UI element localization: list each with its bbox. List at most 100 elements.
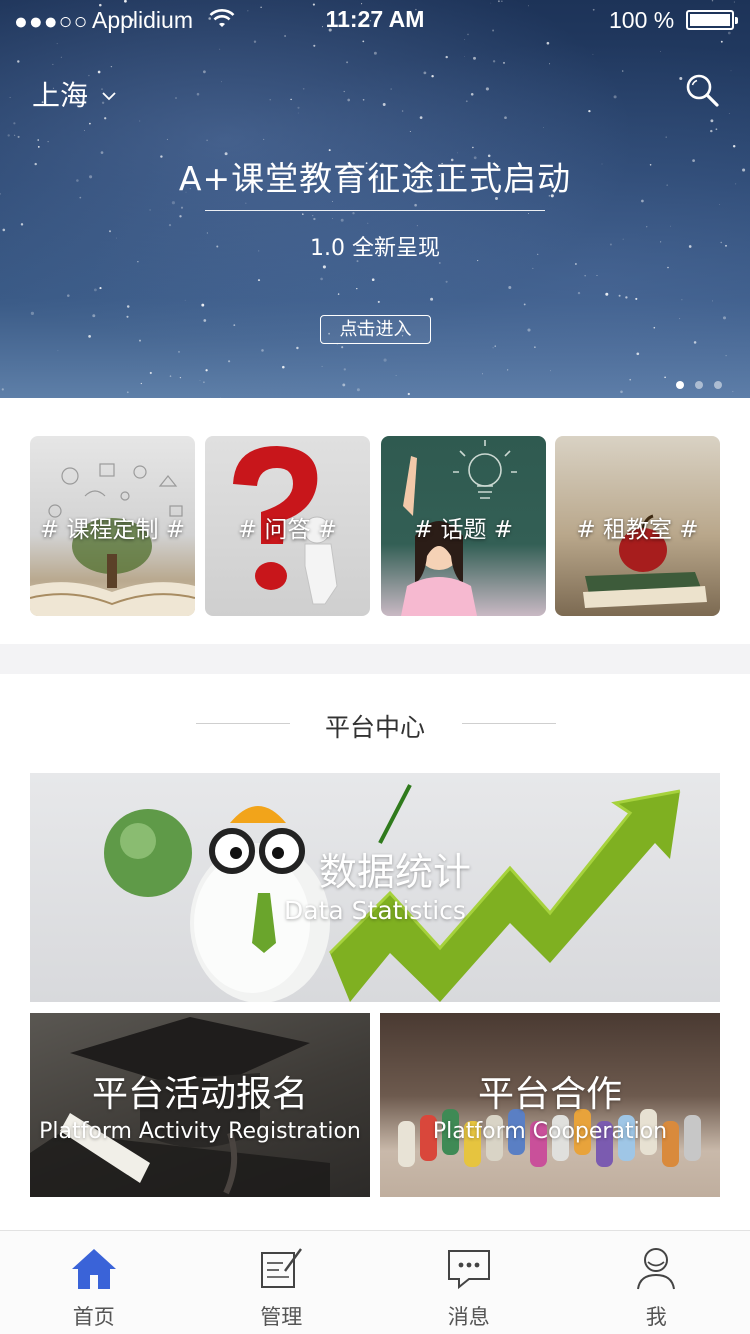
star <box>377 300 380 303</box>
star <box>312 214 314 217</box>
star <box>331 218 333 220</box>
category-label: # 课程定制 # <box>39 517 186 543</box>
star <box>228 360 231 363</box>
star <box>139 120 141 122</box>
category-label: # 话题 # <box>413 517 514 543</box>
star <box>445 280 448 283</box>
star <box>464 56 465 58</box>
star <box>332 201 333 202</box>
star <box>203 70 206 74</box>
data-statistics-card[interactable]: 数据统计 Data Statistics <box>30 773 720 1002</box>
star <box>92 314 96 318</box>
hero-banner[interactable]: ●●●○○ Applidium 11:27 AM 100 % 上海 A+课堂教育… <box>0 0 750 398</box>
star <box>199 380 201 382</box>
search-icon[interactable] <box>684 72 720 108</box>
star <box>178 350 180 353</box>
star <box>126 391 129 394</box>
carousel-indicator[interactable] <box>676 381 722 389</box>
star <box>362 40 365 43</box>
star <box>620 390 623 394</box>
star <box>7 134 10 137</box>
star <box>302 213 304 215</box>
star <box>543 126 545 128</box>
star <box>618 294 621 297</box>
tab-me[interactable]: 我 <box>563 1231 750 1334</box>
star <box>712 300 714 302</box>
star <box>149 209 151 211</box>
card-title: 平台活动报名 <box>91 1074 308 1115</box>
star <box>416 225 418 227</box>
star <box>180 206 184 209</box>
tab-manage[interactable]: 管理 <box>188 1231 376 1334</box>
banner-subtitle: 1.0 全新呈现 <box>310 236 440 261</box>
star <box>362 98 365 101</box>
star <box>574 263 577 265</box>
home-icon <box>71 1249 116 1289</box>
star <box>681 299 683 301</box>
star <box>110 65 113 68</box>
star <box>636 352 640 356</box>
city-label: 上海 <box>32 79 89 112</box>
tab-messages[interactable]: 消息 <box>375 1231 563 1334</box>
carousel-dot[interactable] <box>695 381 703 389</box>
star <box>175 97 177 99</box>
star <box>104 117 107 120</box>
star <box>527 328 531 332</box>
category-tile-topic[interactable]: # 话题 # <box>381 436 546 616</box>
star <box>343 90 345 93</box>
chevron-down-icon <box>102 92 116 101</box>
star <box>507 369 509 371</box>
star <box>409 131 411 132</box>
star <box>203 381 205 384</box>
star <box>184 299 186 301</box>
star <box>14 134 16 136</box>
star <box>313 217 316 221</box>
category-label: # 问答 # <box>237 517 338 543</box>
star <box>445 55 448 59</box>
star <box>297 112 299 114</box>
star <box>577 291 581 295</box>
star <box>732 144 736 148</box>
heading-divider-right <box>462 723 556 724</box>
star <box>313 44 316 47</box>
platform-cooperation-card[interactable]: 平台合作 Platform Cooperation <box>380 1013 720 1197</box>
star <box>245 202 247 204</box>
star <box>395 374 397 376</box>
star <box>373 51 377 55</box>
star <box>179 376 182 379</box>
star <box>527 212 529 214</box>
tab-home[interactable]: 首页 <box>0 1231 188 1334</box>
star <box>179 215 182 218</box>
carousel-dot[interactable] <box>676 381 684 389</box>
star <box>356 287 358 290</box>
banner-enter-button[interactable]: 点击进入 <box>320 315 431 344</box>
star <box>710 119 714 123</box>
star <box>665 136 667 138</box>
star <box>56 43 58 45</box>
activity-registration-card[interactable]: 平台活动报名 Platform Activity Registration <box>30 1013 370 1197</box>
star <box>728 113 730 115</box>
star <box>414 203 417 207</box>
star <box>720 40 723 43</box>
star <box>621 70 624 72</box>
city-selector[interactable]: 上海 <box>32 74 116 114</box>
star <box>97 70 101 74</box>
star <box>646 226 648 228</box>
star <box>523 303 526 306</box>
category-tile-qa[interactable]: # 问答 # <box>205 436 370 616</box>
star <box>84 130 85 132</box>
star <box>679 318 681 320</box>
category-section: # 课程定制 # # 问答 # # 话题 # # 租教室 # <box>0 398 750 644</box>
star <box>465 100 468 103</box>
star <box>126 305 130 308</box>
platform-center-section: 平台中心 数据统计 Data Statistics 平台活动报名 Platfor… <box>0 674 750 1230</box>
star <box>320 277 323 281</box>
star <box>257 279 261 282</box>
category-tile-rent-classroom[interactable]: # 租教室 # <box>555 436 720 616</box>
star <box>140 382 142 385</box>
star <box>322 265 326 269</box>
star <box>297 106 300 109</box>
star <box>635 297 638 300</box>
category-tile-course-custom[interactable]: # 课程定制 # <box>30 436 195 616</box>
carousel-dot[interactable] <box>714 381 722 389</box>
